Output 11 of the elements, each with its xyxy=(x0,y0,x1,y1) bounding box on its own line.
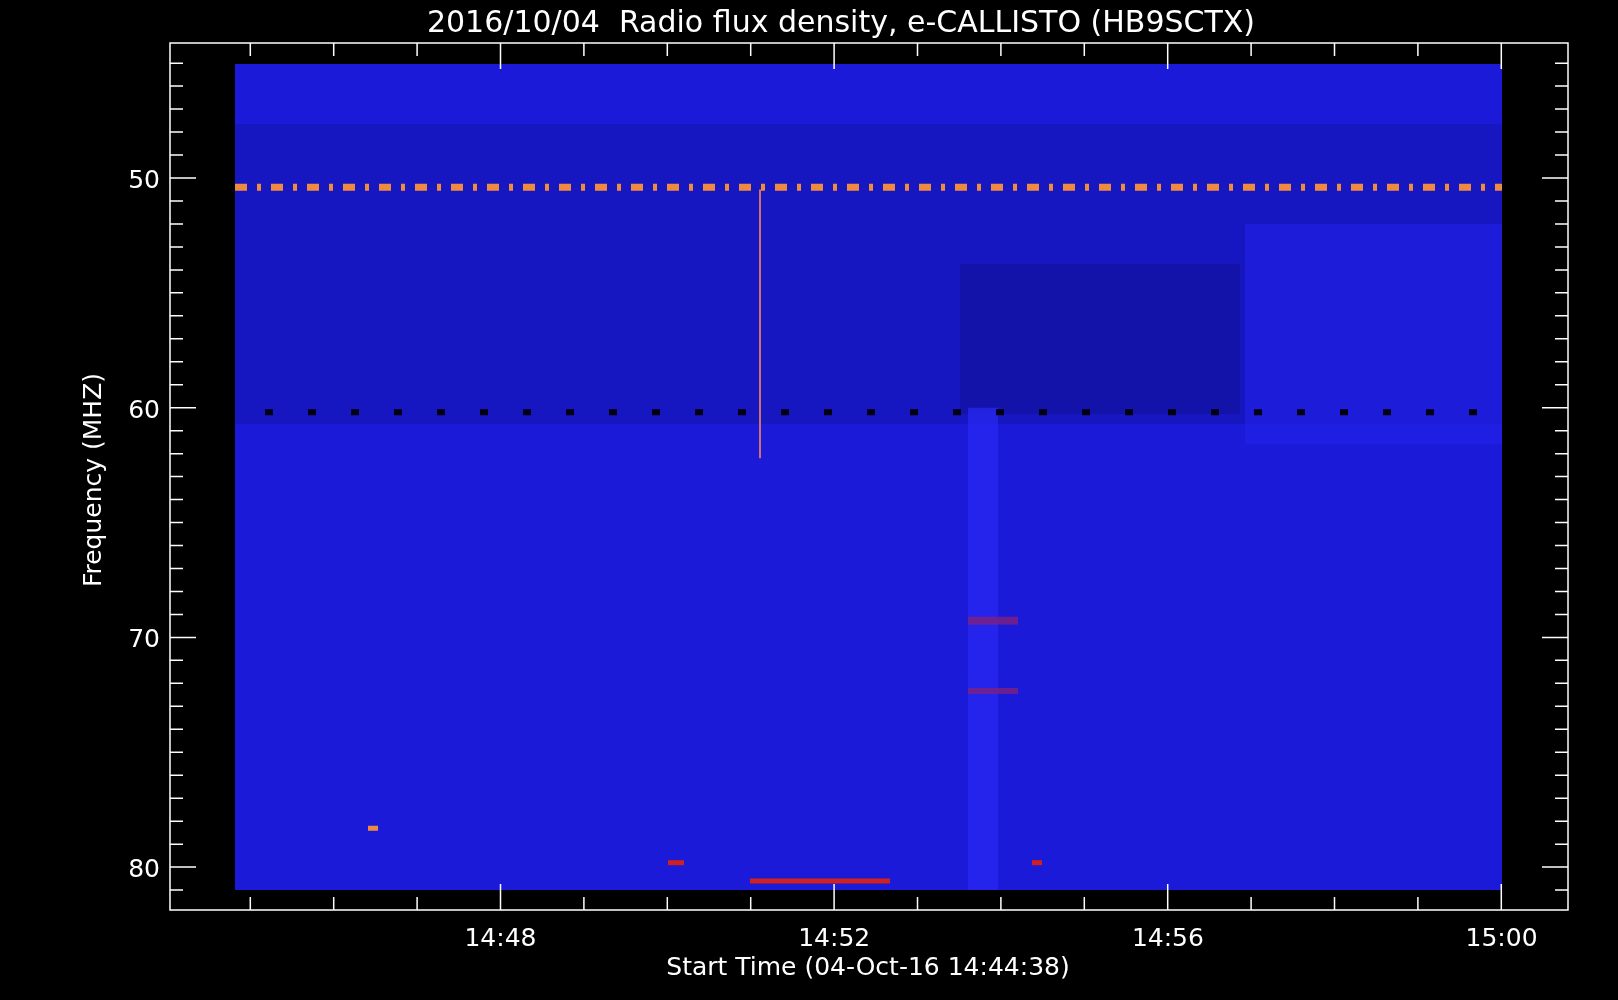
x-tick-label: 14:56 xyxy=(1131,923,1204,952)
x-tick-label: 14:48 xyxy=(464,923,537,952)
y-axis-label: Frequency (MHZ) xyxy=(78,372,107,588)
y-tick-label: 80 xyxy=(128,854,160,884)
x-tick-label: 14:52 xyxy=(798,923,871,952)
x-axis-label: Start Time (04-Oct-16 14:44:38) xyxy=(666,952,1070,981)
chart-title: 2016/10/04 Radio flux density, e-CALLISTO (HB9SCTX) xyxy=(426,4,1256,39)
y-tick-label: 60 xyxy=(128,394,160,424)
y-tick-label: 50 xyxy=(128,165,160,194)
y-tick-label: 70 xyxy=(128,624,160,654)
x-tick-label: 15:00 xyxy=(1465,923,1538,952)
